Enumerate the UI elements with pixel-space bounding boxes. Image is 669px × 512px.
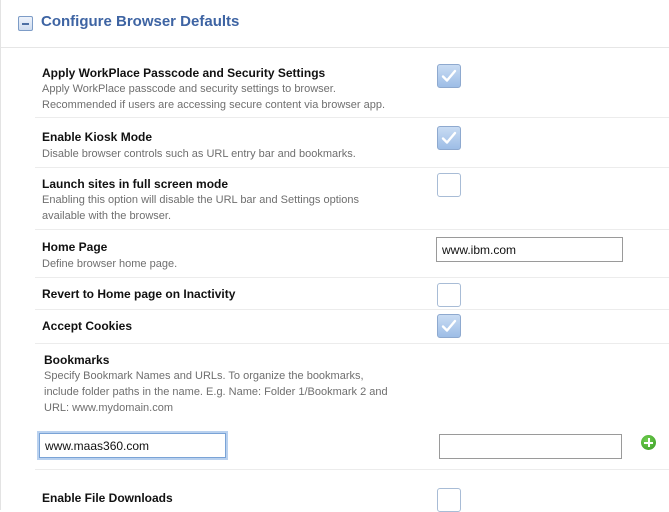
kiosk-checkbox[interactable] xyxy=(437,126,461,150)
passcode-label: Apply WorkPlace Passcode and Security Se… xyxy=(42,66,326,80)
bookmark-name-input[interactable] xyxy=(39,433,226,458)
setting-row-kiosk: Enable Kiosk Mode Disable browser contro… xyxy=(35,118,669,168)
downloads-label: Enable File Downloads xyxy=(42,491,173,505)
section-title: Configure Browser Defaults xyxy=(41,13,240,30)
revert-checkbox[interactable] xyxy=(437,283,461,307)
checkmark-icon xyxy=(441,319,457,332)
kiosk-label: Enable Kiosk Mode xyxy=(42,130,153,144)
revert-label: Revert to Home page on Inactivity xyxy=(42,287,236,301)
fullscreen-label: Launch sites in full screen mode xyxy=(42,177,229,191)
bookmarks-description-line2: include folder paths in the name. E.g. N… xyxy=(44,386,388,398)
bookmark-url-input[interactable] xyxy=(439,434,622,459)
homepage-input[interactable] xyxy=(436,237,623,262)
add-bookmark-plus-circle-icon[interactable] xyxy=(641,435,656,450)
collapse-minus-icon[interactable] xyxy=(18,16,33,31)
section-header: Configure Browser Defaults xyxy=(1,0,669,48)
passcode-description-line1: Apply WorkPlace passcode and security se… xyxy=(42,83,336,95)
cookies-label: Accept Cookies xyxy=(42,319,133,333)
passcode-description-line2: Recommended if users are accessing secur… xyxy=(42,99,386,111)
setting-row-fullscreen: Launch sites in full screen mode Enablin… xyxy=(35,168,669,230)
fullscreen-description-line2: available with the browser. xyxy=(42,210,172,222)
settings-panel: Configure Browser Defaults Apply WorkPla… xyxy=(0,0,669,512)
passcode-checkbox[interactable] xyxy=(437,64,461,88)
kiosk-description: Disable browser controls such as URL ent… xyxy=(42,148,356,160)
setting-row-revert: Revert to Home page on Inactivity xyxy=(35,278,669,310)
setting-row-downloads: Enable File Downloads xyxy=(35,470,669,512)
setting-row-homepage: Home Page Define browser home page. xyxy=(35,230,669,278)
cookies-checkbox[interactable] xyxy=(437,314,461,338)
downloads-checkbox[interactable] xyxy=(437,488,461,512)
setting-row-passcode: Apply WorkPlace Passcode and Security Se… xyxy=(35,58,669,118)
checkmark-icon xyxy=(441,69,457,82)
homepage-label: Home Page xyxy=(42,240,108,254)
checkmark-icon xyxy=(441,131,457,144)
setting-row-cookies: Accept Cookies xyxy=(35,310,669,344)
bookmarks-label: Bookmarks xyxy=(44,353,110,367)
bookmarks-description-line1: Specify Bookmark Names and URLs. To orga… xyxy=(44,370,364,382)
fullscreen-description-line1: Enabling this option will disable the UR… xyxy=(42,194,359,206)
bookmarks-description-line3: URL: www.mydomain.com xyxy=(44,402,173,414)
fullscreen-checkbox[interactable] xyxy=(437,173,461,197)
homepage-description: Define browser home page. xyxy=(42,258,178,270)
